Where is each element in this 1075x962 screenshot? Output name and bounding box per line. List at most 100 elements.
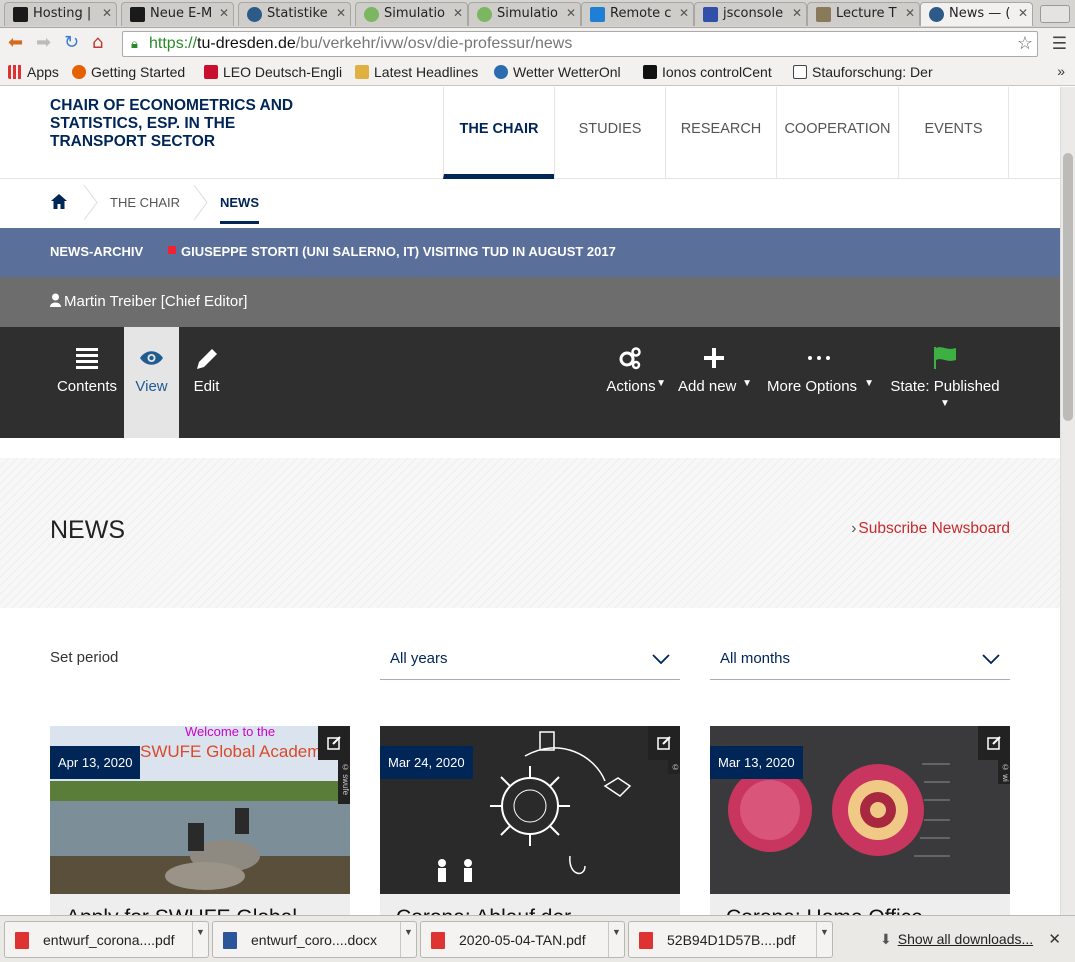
news-card[interactable]: Mar 24, 2020 © Corona: Ablauf der [380, 726, 680, 915]
leo-icon [204, 65, 218, 79]
close-icon[interactable]: ✕ [216, 6, 229, 20]
contents-button[interactable]: Contents [50, 327, 124, 438]
forward-icon[interactable]: ➡ [36, 32, 51, 53]
bookmark-getting-started[interactable]: Getting Started [72, 64, 185, 80]
browser-tab[interactable]: Simulatio ✕ [468, 2, 581, 26]
browser-tab[interactable]: jsconsole ✕ [694, 2, 807, 26]
gears-icon [619, 347, 641, 370]
browser-tab[interactable]: Statistike ✕ [238, 2, 351, 26]
bookmark-ionos[interactable]: Ionos controlCent [643, 64, 772, 80]
tab-favicon-icon [130, 7, 145, 22]
browser-tab[interactable]: Simulatio ✕ [355, 2, 468, 26]
show-all-downloads-link[interactable]: ⬇ Show all downloads... [880, 931, 1033, 948]
home-icon[interactable]: ⌂ [92, 32, 103, 53]
word-file-icon [223, 932, 237, 949]
page-viewport: CHAIR OF ECONOMETRICS AND STATISTICS, ES… [0, 87, 1060, 915]
edit-icon[interactable] [648, 726, 680, 760]
eye-icon [140, 351, 163, 365]
nav-item-cooperation[interactable]: COOPERATION [776, 87, 898, 179]
browser-tab[interactable]: Neue E-M ✕ [121, 2, 234, 26]
breadcrumb-news[interactable]: NEWS [220, 195, 259, 224]
add-new-menu[interactable]: Add new ▼ [676, 327, 754, 438]
close-icon[interactable]: ✕ [1048, 930, 1061, 948]
download-item[interactable]: 52B94D1D57B....pdf ▼ [628, 921, 833, 958]
news-card-date: Apr 13, 2020 [50, 746, 141, 779]
download-item[interactable]: entwurf_corona....pdf ▼ [4, 921, 209, 958]
edit-icon[interactable] [978, 726, 1010, 760]
tab-favicon-icon [247, 7, 262, 22]
actions-menu[interactable]: Actions ▼ [594, 327, 668, 438]
chevron-down-icon[interactable]: ▼ [608, 922, 624, 957]
browser-tab-bar: Hosting | ✕ Neue E-M ✕ Statistike ✕ Simu… [0, 0, 1075, 28]
bookmark-star-icon[interactable]: ☆ [1017, 33, 1033, 54]
browser-tab[interactable]: Hosting | ✕ [4, 2, 117, 26]
set-period-label: Set period [50, 649, 119, 666]
chevron-down-icon[interactable]: ▼ [400, 922, 416, 957]
nav-item-events[interactable]: EVENTS [898, 87, 1009, 179]
bookmarks-overflow-icon[interactable]: » [1057, 63, 1065, 79]
close-icon[interactable]: ✕ [1015, 6, 1028, 20]
site-title[interactable]: CHAIR OF ECONOMETRICS AND STATISTICS, ES… [50, 97, 320, 151]
new-tab-button[interactable] [1040, 5, 1070, 23]
site-header: CHAIR OF ECONOMETRICS AND STATISTICS, ES… [0, 87, 1060, 179]
nav-item-research[interactable]: RESEARCH [665, 87, 776, 179]
chevron-down-icon: ▼ [742, 378, 752, 389]
close-icon[interactable]: ✕ [333, 6, 346, 20]
edit-button[interactable]: Edit [179, 327, 234, 438]
lock-icon: 🔒︎ [131, 36, 138, 51]
bookmark-apps[interactable]: Apps [8, 64, 59, 80]
reload-icon[interactable]: ↻ [64, 32, 79, 53]
news-archive-link[interactable]: NEWS-ARCHIV [50, 244, 143, 259]
editor-name: Martin Treiber [Chief Editor] [64, 293, 248, 310]
bookmark-wetter[interactable]: Wetter WetterOnl [494, 64, 621, 80]
browser-tab-active[interactable]: News — ( ✕ [920, 2, 1033, 26]
chevron-down-icon [652, 654, 670, 664]
user-icon [50, 293, 61, 307]
more-options-menu[interactable]: More Options ▼ [764, 327, 876, 438]
downloads-bar: entwurf_corona....pdf ▼ entwurf_coro....… [0, 915, 1075, 962]
breadcrumb-the-chair[interactable]: THE CHAIR [110, 195, 180, 210]
news-card-date: Mar 24, 2020 [380, 746, 473, 779]
close-icon[interactable]: ✕ [789, 6, 802, 20]
download-item[interactable]: 2020-05-04-TAN.pdf ▼ [420, 921, 625, 958]
tab-favicon-icon [703, 7, 718, 22]
bookmark-stauforschung[interactable]: Stauforschung: Der [793, 64, 933, 80]
bookmark-leo[interactable]: LEO Deutsch-Engli [204, 64, 342, 80]
url-bar[interactable]: 🔒︎ https://tu-dresden.de/bu/verkehr/ivw/… [122, 31, 1038, 57]
chevron-down-icon[interactable]: ▼ [816, 922, 832, 957]
bookmark-latest-headlines[interactable]: Latest Headlines [355, 64, 478, 80]
folder-icon [355, 65, 369, 79]
home-icon[interactable] [50, 193, 68, 210]
news-card-title[interactable]: Apply for SWUFE Global [66, 906, 350, 915]
news-card-title[interactable]: Corona: Home Office [726, 906, 1010, 915]
news-card[interactable]: Welcome to the SWUFE Global Academ Apr 1… [50, 726, 350, 915]
news-card-title[interactable]: Corona: Ablauf der [396, 906, 680, 915]
state-menu[interactable]: State: Published ▼ [886, 327, 1004, 438]
tab-favicon-icon [590, 7, 605, 22]
scrollbar-thumb[interactable] [1063, 153, 1073, 421]
tab-favicon-icon [929, 7, 944, 22]
subscribe-link[interactable]: › Subscribe Newsboard [851, 520, 1010, 538]
browser-toolbar: ⬅ ➡ ↻ ⌂ 🔒︎ https://tu-dresden.de/bu/verk… [0, 28, 1075, 60]
close-icon[interactable]: ✕ [450, 6, 463, 20]
browser-tab[interactable]: Remote c ✕ [581, 2, 694, 26]
close-icon[interactable]: ✕ [563, 6, 576, 20]
close-icon[interactable]: ✕ [902, 6, 915, 20]
news-headline-link[interactable]: GIUSEPPE STORTI (UNI SALERNO, IT) VISITI… [181, 244, 616, 259]
browser-menu-icon[interactable]: ☰ [1052, 34, 1067, 54]
back-icon[interactable]: ⬅ [8, 32, 23, 53]
year-select[interactable]: All years [380, 640, 680, 680]
view-button[interactable]: View [124, 327, 179, 438]
download-item[interactable]: entwurf_coro....docx ▼ [212, 921, 417, 958]
close-icon[interactable]: ✕ [99, 6, 112, 20]
edit-icon[interactable] [318, 726, 350, 760]
close-icon[interactable]: ✕ [676, 6, 689, 20]
news-card[interactable]: Mar 13, 2020 © wi Corona: Home Office [710, 726, 1010, 915]
flag-icon [168, 246, 176, 254]
page-scrollbar[interactable] [1060, 87, 1075, 915]
chevron-down-icon[interactable]: ▼ [192, 922, 208, 957]
month-select[interactable]: All months [710, 640, 1010, 680]
nav-item-studies[interactable]: STUDIES [554, 87, 665, 179]
browser-tab[interactable]: Lecture T ✕ [807, 2, 920, 26]
nav-item-the-chair[interactable]: THE CHAIR [443, 87, 554, 179]
